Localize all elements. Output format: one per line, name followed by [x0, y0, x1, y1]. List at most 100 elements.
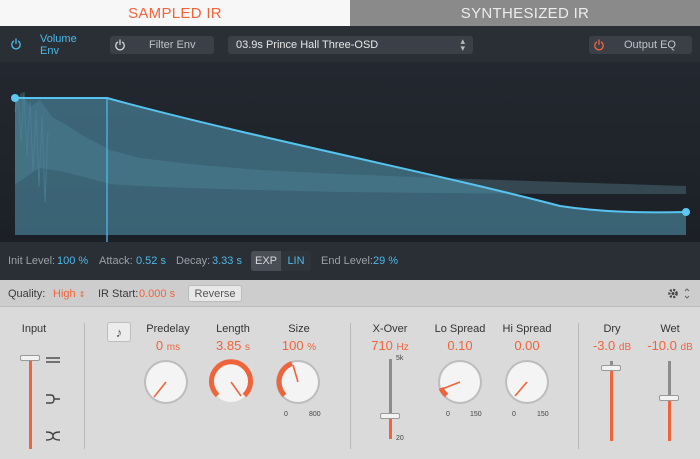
dry-slider-fill [610, 369, 613, 441]
wet-value[interactable]: -10.0 dB [641, 338, 699, 353]
dry-label: Dry [603, 323, 621, 335]
wet-number: -10.0 [647, 338, 677, 353]
predelay-knob[interactable] [141, 357, 191, 407]
lin-button[interactable]: LIN [281, 251, 311, 271]
ir-file-name: 03.9s Prince Hall Three-OSD [236, 39, 379, 51]
space-designer-window: SAMPLED IR SYNTHESIZED IR Volume Env Fil… [0, 0, 700, 459]
filter-env-label: Filter Env [149, 39, 196, 51]
size-unit: % [307, 342, 317, 353]
xover-unit: Hz [396, 342, 409, 353]
dry-slider-handle[interactable] [601, 365, 621, 371]
length-number: 3.85 [216, 338, 242, 353]
quality-value: High [53, 288, 76, 300]
mode-tabs: SAMPLED IR SYNTHESIZED IR [0, 0, 700, 26]
reverb-controls: Input ♪ Predelay 0 ms Length 3.85 s Size… [0, 307, 700, 459]
display-toolbar: Volume Env Filter Env 03.9s Prince Hall … [0, 26, 700, 62]
length-label: Length [216, 323, 250, 335]
curve-mode-toggle: EXP LIN [251, 251, 311, 271]
envelope-params: Init Level: 100 % Attack: 0.52 s Decay: … [0, 248, 700, 274]
init-level-handle[interactable] [11, 94, 19, 102]
xover-min: 20 [396, 435, 404, 442]
xover-max: 5k [396, 355, 404, 362]
end-level-value[interactable]: 29 % [373, 255, 398, 267]
divider [578, 323, 579, 449]
filter-env-button[interactable]: Filter Env [110, 36, 214, 54]
note-icon: ♪ [115, 324, 123, 340]
wet-unit: dB [680, 342, 693, 353]
decay-label: Decay: [176, 255, 211, 267]
filter-env-power-icon[interactable] [114, 39, 126, 51]
lo-spread-value[interactable]: 0.10 [430, 338, 490, 353]
size-max: 800 [309, 411, 321, 418]
size-number: 100 [281, 338, 304, 353]
tab-sampled-ir[interactable]: SAMPLED IR [0, 0, 350, 26]
mono-input-icon[interactable] [45, 393, 61, 405]
hi-spread-min: 0 [512, 411, 516, 418]
input-slider-handle[interactable] [20, 355, 40, 361]
length-value[interactable]: 3.85 s [203, 338, 263, 353]
lo-spread-knob[interactable] [435, 357, 485, 407]
ir-start-label: IR Start: [98, 288, 139, 300]
wet-slider-handle[interactable] [659, 395, 679, 401]
init-level-label: Init Level: [8, 255, 56, 267]
settings-gear-icon[interactable] [666, 286, 692, 301]
attack-value[interactable]: 0.52 s [136, 255, 166, 267]
attack-label: Attack: [99, 255, 133, 267]
size-value[interactable]: 100 % [269, 338, 329, 353]
input-label: Input [21, 323, 47, 335]
divider [350, 323, 351, 449]
reverse-button[interactable]: Reverse [188, 285, 242, 302]
dry-value[interactable]: -3.0 dB [584, 338, 640, 353]
xover-slider-handle[interactable] [380, 413, 400, 419]
envelope-graph[interactable] [0, 62, 700, 242]
end-level-handle[interactable] [682, 208, 690, 216]
output-eq-label: Output EQ [624, 39, 676, 51]
hi-spread-max: 150 [537, 411, 549, 418]
predelay-number: 0 [155, 338, 164, 353]
quality-select[interactable]: High ⇕ [53, 288, 85, 300]
wet-label: Wet [660, 323, 680, 335]
init-level-value[interactable]: 100 % [57, 255, 88, 267]
length-knob[interactable] [206, 357, 256, 407]
stereo-input-icon[interactable] [45, 355, 61, 365]
quality-label: Quality: [8, 288, 46, 300]
xstereo-input-icon[interactable] [45, 430, 61, 442]
predelay-label: Predelay [146, 323, 190, 335]
chevron-updown-icon: ⇕ [78, 290, 86, 299]
size-label: Size [288, 323, 310, 335]
hi-spread-value[interactable]: 0.00 [497, 338, 557, 353]
xover-slider-fill [389, 416, 392, 439]
tempo-sync-button[interactable]: ♪ [107, 322, 131, 342]
volume-env-power-icon[interactable] [10, 38, 22, 50]
exp-button[interactable]: EXP [251, 251, 281, 271]
predelay-unit: ms [166, 342, 181, 353]
chevron-updown-icon: ▴ ▾ [460, 36, 465, 53]
lo-spread-label: Lo Spread [434, 323, 486, 335]
envelope-display: Volume Env Filter Env 03.9s Prince Hall … [0, 26, 700, 280]
dry-number: -3.0 [592, 338, 616, 353]
lo-spread-max: 150 [470, 411, 482, 418]
xover-number: 710 [371, 338, 393, 353]
xover-value[interactable]: 710 Hz [362, 338, 418, 353]
divider [84, 323, 85, 449]
lo-spread-min: 0 [446, 411, 450, 418]
predelay-value[interactable]: 0 ms [138, 338, 198, 353]
length-unit: s [244, 342, 250, 353]
end-level-label: End Level: [321, 255, 373, 267]
ir-file-select[interactable]: 03.9s Prince Hall Three-OSD ▴ ▾ [228, 36, 473, 54]
decay-value[interactable]: 3.33 s [212, 255, 242, 267]
hi-spread-knob[interactable] [502, 357, 552, 407]
ir-start-value[interactable]: 0.000 s [139, 288, 175, 300]
quality-bar: Quality: High ⇕ IR Start: 0.000 s Revers… [0, 280, 700, 307]
size-knob[interactable] [273, 357, 323, 407]
dry-unit: dB [618, 342, 632, 353]
input-slider-track[interactable] [29, 357, 32, 449]
hi-spread-label: Hi Spread [502, 323, 552, 335]
size-min: 0 [284, 411, 288, 418]
wet-slider-fill [668, 399, 671, 441]
output-eq-power-icon[interactable] [593, 39, 605, 51]
volume-env-button[interactable]: Volume Env [34, 33, 96, 57]
tab-synthesized-ir[interactable]: SYNTHESIZED IR [350, 0, 700, 26]
output-eq-button[interactable]: Output EQ [589, 36, 692, 54]
xover-label: X-Over [372, 323, 408, 335]
